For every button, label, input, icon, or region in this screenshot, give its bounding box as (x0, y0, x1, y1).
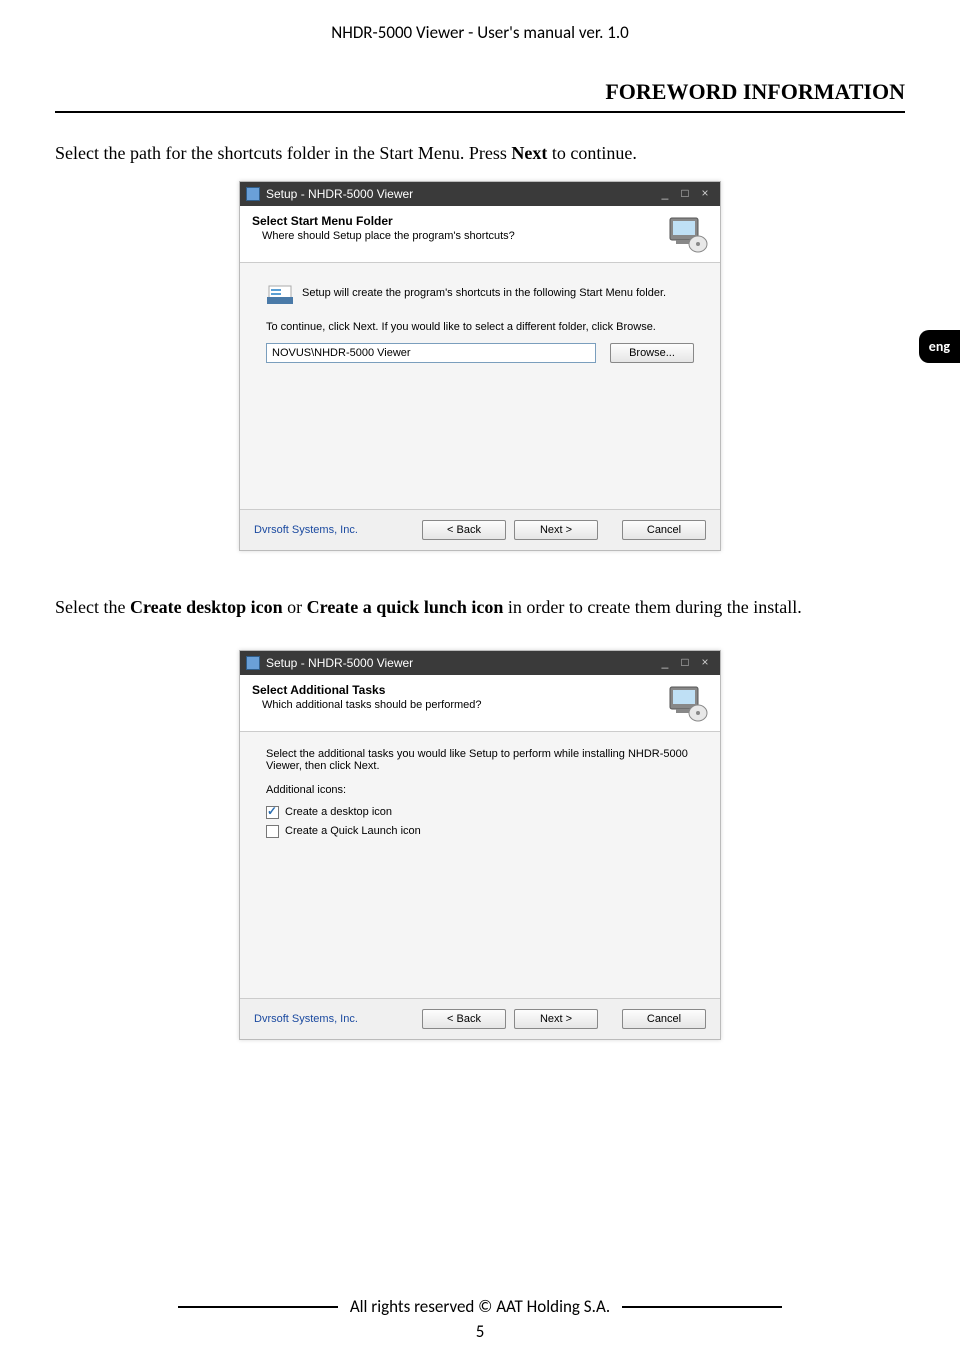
create-quick-launch-icon-checkbox[interactable] (266, 825, 279, 838)
text: to continue. (547, 143, 636, 163)
minimize-button[interactable]: _ (656, 187, 674, 201)
document-header: NHDR-5000 Viewer - User's manual ver. 1.… (0, 0, 960, 43)
footer-text: All rights reserved © AAT Holding S.A. (350, 1296, 610, 1317)
installer-window-2: Setup - NHDR-5000 Viewer _ □ × Select Ad… (239, 650, 721, 1040)
paragraph-2: Select the Create desktop icon or Create… (0, 551, 960, 619)
back-button[interactable]: < Back (422, 520, 506, 540)
checkbox-label: Create a desktop icon (285, 806, 392, 818)
wizard-footer: Dvrsoft Systems, Inc. < Back Next > Canc… (240, 998, 720, 1039)
vendor-link[interactable]: Dvrsoft Systems, Inc. (254, 1013, 414, 1025)
text: Select the (55, 597, 130, 617)
cancel-button[interactable]: Cancel (622, 520, 706, 540)
start-menu-path-input[interactable] (266, 343, 596, 363)
maximize-button[interactable]: □ (676, 656, 694, 670)
wizard-subtitle: Which additional tasks should be perform… (252, 699, 656, 711)
wizard-content: Select the additional tasks you would li… (240, 732, 720, 998)
browse-button[interactable]: Browse... (610, 343, 694, 363)
text: Select the path for the shortcuts folder… (55, 143, 511, 163)
text-bold: Create a quick lunch icon (307, 597, 508, 617)
wizard-title: Select Additional Tasks (252, 683, 656, 697)
wizard-footer: Dvrsoft Systems, Inc. < Back Next > Canc… (240, 509, 720, 550)
section-title: FOREWORD INFORMATION (0, 43, 960, 111)
text-bold: Next (511, 143, 547, 163)
vendor-link[interactable]: Dvrsoft Systems, Inc. (254, 524, 414, 536)
app-icon (246, 187, 260, 201)
wizard-header: Select Additional Tasks Which additional… (240, 675, 720, 732)
wizard-subtitle: Where should Setup place the program's s… (252, 230, 656, 242)
wizard-title: Select Start Menu Folder (252, 214, 656, 228)
paragraph-1: Select the path for the shortcuts folder… (0, 113, 960, 165)
footer-line-right (622, 1306, 782, 1308)
app-icon (246, 656, 260, 670)
window-titlebar: Setup - NHDR-5000 Viewer _ □ × (240, 182, 720, 206)
wizard-content: Setup will create the program's shortcut… (240, 263, 720, 509)
computer-disc-icon (664, 214, 710, 254)
installer-window-1: Setup - NHDR-5000 Viewer _ □ × Select St… (239, 181, 721, 551)
window-title: Setup - NHDR-5000 Viewer (266, 656, 654, 670)
create-desktop-icon-checkbox[interactable] (266, 806, 279, 819)
next-button[interactable]: Next > (514, 1009, 598, 1029)
instruction-text: Select the additional tasks you would li… (266, 748, 694, 772)
text: or (287, 597, 307, 617)
document-footer: All rights reserved © AAT Holding S.A. 5 (0, 1296, 960, 1342)
back-button[interactable]: < Back (422, 1009, 506, 1029)
checkbox-label: Create a Quick Launch icon (285, 825, 421, 837)
text: in order to create them during the insta… (508, 597, 802, 617)
close-button[interactable]: × (696, 656, 714, 670)
footer-line-left (178, 1306, 338, 1308)
folder-icon (266, 279, 294, 307)
wizard-header: Select Start Menu Folder Where should Se… (240, 206, 720, 263)
next-button[interactable]: Next > (514, 520, 598, 540)
maximize-button[interactable]: □ (676, 187, 694, 201)
window-titlebar: Setup - NHDR-5000 Viewer _ □ × (240, 651, 720, 675)
minimize-button[interactable]: _ (656, 656, 674, 670)
page-number: 5 (0, 1321, 960, 1342)
close-button[interactable]: × (696, 187, 714, 201)
cancel-button[interactable]: Cancel (622, 1009, 706, 1029)
window-title: Setup - NHDR-5000 Viewer (266, 187, 654, 201)
computer-disc-icon (664, 683, 710, 723)
instruction-text-2: To continue, click Next. If you would li… (266, 321, 694, 333)
text-bold: Create desktop icon (130, 597, 287, 617)
language-tab[interactable]: eng (919, 330, 960, 363)
instruction-text: Setup will create the program's shortcut… (302, 287, 666, 299)
section-label: Additional icons: (266, 784, 694, 796)
